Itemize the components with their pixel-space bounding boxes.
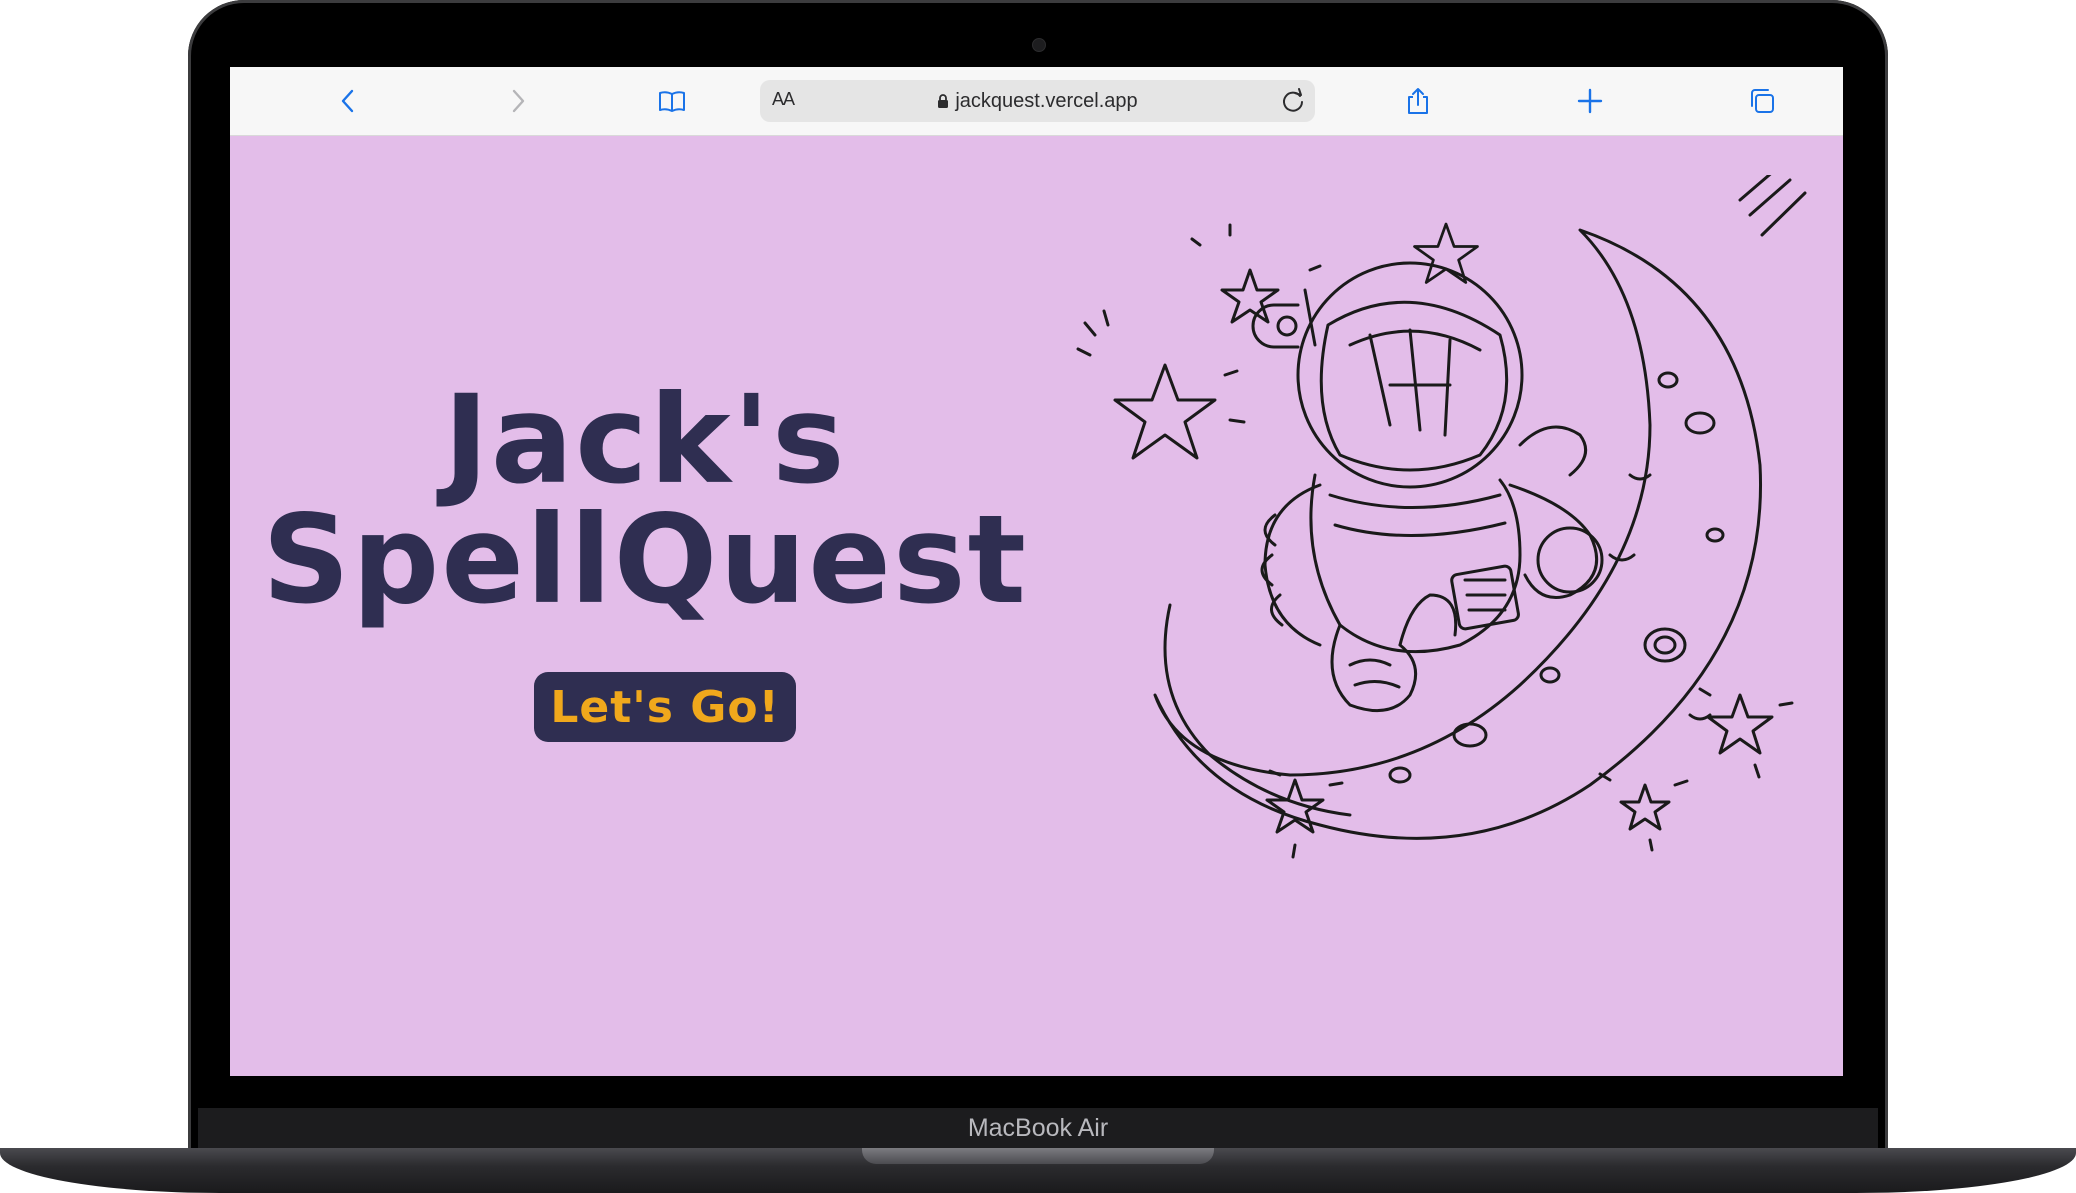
title-line-2: SpellQuest [262,489,1028,631]
plus-icon [1577,88,1603,114]
camera-dot [1032,38,1046,52]
browser-toolbar: AA jackquest.vercel.app [230,67,1843,136]
back-button[interactable] [328,81,368,121]
tabs-button[interactable] [1742,81,1782,121]
model-label: MacBook Air [967,1114,1109,1142]
page-title: Jack's SpellQuest [260,369,1030,631]
address-bar[interactable]: AA jackquest.vercel.app [760,80,1315,122]
astronaut-on-moon-illustration [1076,175,1807,859]
title-line-1: Jack's [443,369,847,511]
book-icon [659,91,685,112]
lock-icon [938,94,949,108]
bookmarks-button[interactable] [652,81,692,121]
forward-button[interactable] [498,81,538,121]
share-icon [1408,88,1428,114]
chevron-left-icon [341,89,354,113]
lets-go-button[interactable]: Let's Go! [534,672,796,742]
laptop-opening-notch [862,1148,1214,1164]
reload-icon[interactable] [1279,87,1307,115]
url-text: jackquest.vercel.app [955,90,1138,112]
share-button[interactable] [1398,81,1438,121]
browser-screen: AA jackquest.vercel.app Jack's SpellQues… [230,67,1843,1076]
new-tab-button[interactable] [1570,81,1610,121]
url-display[interactable]: jackquest.vercel.app [760,90,1315,113]
page-content: Jack's SpellQuest Let's Go! [230,135,1843,1076]
tabs-icon [1751,89,1774,113]
chevron-right-icon [512,89,525,113]
